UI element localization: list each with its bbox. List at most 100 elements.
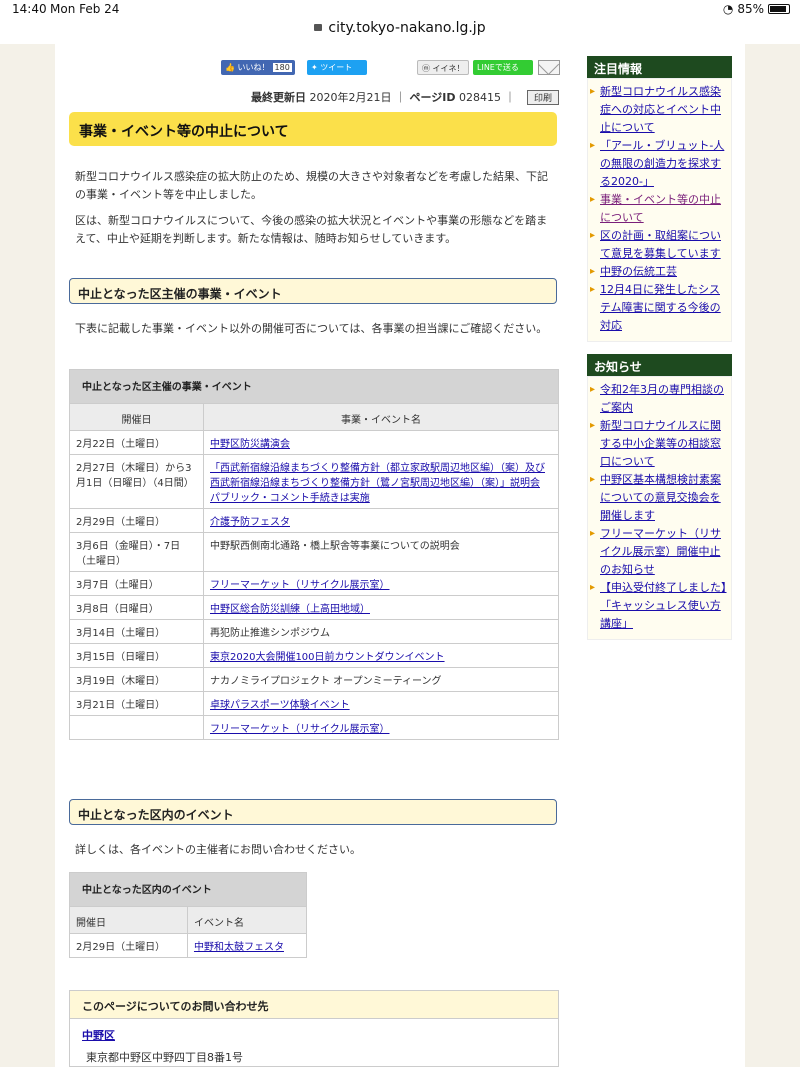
event-link[interactable]: 卓球パラスポーツ体験イベント: [210, 700, 350, 711]
print-button[interactable]: 印刷: [526, 90, 559, 105]
thumbs-up-icon: 👍: [225, 63, 235, 72]
table-row: 2月27日（木曜日）から3月1日（日曜日）（4日間） 「西武新宿線沿線まちづくり整…: [69, 454, 559, 509]
contact-address: 東京都中野区中野四丁目8番1号: [86, 1051, 243, 1064]
facebook-like-button[interactable]: 👍 いいね！ 180: [221, 60, 295, 75]
event-link[interactable]: 中野区総合防災訓練（上高田地域）: [210, 604, 370, 615]
event-name-cell: 中野区防災講演会: [203, 430, 559, 455]
event-name-cell: 中野区総合防災訓練（上高田地域）: [203, 595, 559, 620]
col-header-name: イベント名: [186, 906, 308, 934]
section-heading-ward-events: 中止となった区主催の事業・イベント: [69, 278, 557, 304]
table-row: 3月21日（土曜日） 卓球パラスポーツ体験イベント: [69, 691, 559, 716]
battery-icon: [768, 4, 790, 14]
wifi-icon: ◔: [722, 2, 734, 16]
event-date: 3月19日（木曜日）: [69, 667, 204, 692]
mixi-icon: ⓜ: [422, 64, 430, 73]
col-header-date: 開催日: [69, 906, 188, 934]
news-heading: お知らせ: [587, 354, 732, 376]
table-row: 3月7日（土曜日） フリーマーケット（リサイクル展示室）: [69, 571, 559, 596]
featured-link[interactable]: 「アール・ブリュット-人の無限の創造力を探求する2020-」: [590, 137, 729, 191]
table-row: 3月15日（日曜日） 東京2020大会開催100日前カウントダウンイベント: [69, 643, 559, 668]
table-row: 3月8日（日曜日） 中野区総合防災訓練（上高田地域）: [69, 595, 559, 620]
event-date: 2月22日（土曜日）: [69, 430, 204, 455]
featured-box: 注目情報 新型コロナウイルス感染症への対応とイベント中止について「アール・ブリュ…: [587, 56, 732, 342]
section-note-ward-events: 下表に記載した事業・イベント以外の開催可否については、各事業の担当課にご確認くだ…: [75, 322, 548, 335]
intro-paragraph-2: 区は、新型コロナウイルスについて、今後の感染の拡大状況とイベントや事業の形態など…: [75, 214, 548, 245]
updated-label: 最終更新日: [250, 91, 306, 104]
tweet-label: ツイート: [320, 63, 353, 72]
event-link[interactable]: 「西武新宿線沿線まちづくり整備方針（都立家政駅周辺地区編）（案）及び西武新宿線沿…: [210, 463, 545, 504]
status-right: ◔ 85%: [723, 2, 790, 16]
event-link[interactable]: フリーマーケット（リサイクル展示室）: [210, 724, 390, 735]
event-name: ナカノミライプロジェクト オープンミーティーング: [210, 676, 442, 687]
news-link[interactable]: 【申込受付終了しました】「キャッシュレス使い方講座」: [590, 579, 729, 633]
ward-events-table-body: 2月22日（土曜日） 中野区防災講演会 2月27日（木曜日）から3月1日（日曜日）（…: [69, 430, 559, 740]
event-date: 3月21日（土曜日）: [69, 691, 204, 716]
facebook-like-count: 180: [272, 63, 292, 72]
table-row: フリーマーケット（リサイクル展示室）: [69, 715, 559, 740]
page: 👍 いいね！ 180 ✦ ツイート ⓜ イイネ！ LINEで送る 最終更新日 20…: [55, 44, 745, 1067]
mixi-label: イイネ！: [432, 64, 465, 73]
event-name: 中野駅西側南北通路・橋上駅舎等事業についての説明会: [210, 541, 460, 552]
event-name-cell: 「西武新宿線沿線まちづくり整備方針（都立家政駅周辺地区編）（案）及び西武新宿線沿…: [203, 454, 559, 509]
news-link[interactable]: 新型コロナウイルスに関する中小企業等の相談窓口について: [590, 417, 729, 471]
news-link[interactable]: 令和2年3月の専門相談のご案内: [590, 381, 729, 417]
news-link[interactable]: フリーマーケット（リサイクル展示室）開催中止のお知らせ: [590, 525, 729, 579]
col-header-name: 事業・イベント名: [203, 403, 559, 431]
news-link[interactable]: 中野区基本構想検討素案についての意見交換会を開催します: [590, 471, 729, 525]
ward-events-table: 中止となった区主催の事業・イベント 開催日 事業・イベント名 2月22日（土曜日…: [69, 369, 559, 740]
table-row: 2月22日（土曜日） 中野区防災講演会: [69, 430, 559, 455]
event-name-cell: 介護予防フェスタ: [203, 508, 559, 533]
featured-link[interactable]: 中野の伝統工芸: [590, 263, 729, 281]
event-name-cell: ナカノミライプロジェクト オープンミーティーング: [203, 667, 559, 692]
event-link[interactable]: 介護予防フェスタ: [210, 517, 290, 528]
news-list: 令和2年3月の専門相談のご案内新型コロナウイルスに関する中小企業等の相談窓口につ…: [587, 376, 732, 640]
event-date: 3月15日（日曜日）: [69, 643, 204, 668]
section-heading-local-events: 中止となった区内のイベント: [69, 799, 557, 825]
event-name-cell: 卓球パラスポーツ体験イベント: [203, 691, 559, 716]
share-bar: 👍 いいね！ 180 ✦ ツイート ⓜ イイネ！ LINEで送る: [221, 60, 561, 76]
event-name-cell: フリーマーケット（リサイクル展示室）: [203, 571, 559, 596]
featured-link[interactable]: 新型コロナウイルス感染症への対応とイベント中止について: [590, 83, 729, 137]
table-row: 3月19日（木曜日） ナカノミライプロジェクト オープンミーティーング: [69, 667, 559, 692]
updated-date: 2020年2月21日: [309, 91, 392, 104]
address-bar[interactable]: city.tokyo-nakano.lg.jp: [0, 20, 800, 44]
status-bar: 14:40 Mon Feb 24 ◔ 85%: [0, 0, 800, 20]
event-link[interactable]: フリーマーケット（リサイクル展示室）: [210, 580, 390, 591]
event-link[interactable]: 東京2020大会開催100日前カウントダウンイベント: [210, 652, 445, 663]
lock-icon: [314, 24, 323, 31]
featured-link[interactable]: 12月4日に発生したシステム障害に関する今後の対応: [590, 281, 729, 335]
contact-name-link[interactable]: 中野区: [82, 1029, 115, 1042]
event-date: 2月29日（土曜日）: [69, 933, 188, 958]
news-box: お知らせ 令和2年3月の専門相談のご案内新型コロナウイルスに関する中小企業等の相…: [587, 354, 732, 640]
featured-link[interactable]: 事業・イベント等の中止について: [590, 191, 729, 227]
local-events-table: 中止となった区内のイベント 開催日 イベント名 2月29日（土曜日） 中野和太鼓…: [69, 872, 308, 958]
event-date: [69, 715, 204, 740]
status-date: Mon Feb 24: [50, 2, 120, 16]
featured-heading: 注目情報: [587, 56, 732, 78]
event-date: 3月14日（土曜日）: [69, 619, 204, 644]
page-id-label: ページID: [409, 91, 456, 104]
event-date: 3月8日（日曜日）: [69, 595, 204, 620]
event-date: 3月7日（土曜日）: [69, 571, 204, 596]
sidebar: 注目情報 新型コロナウイルス感染症への対応とイベント中止について「アール・ブリュ…: [587, 56, 732, 652]
event-link[interactable]: 中野区防災講演会: [210, 439, 290, 450]
line-send-button[interactable]: LINEで送る: [473, 60, 533, 75]
tweet-button[interactable]: ✦ ツイート: [307, 60, 367, 75]
page-meta: 最終更新日 2020年2月21日 ｜ ページID 028415 ｜ 印刷: [251, 89, 559, 105]
url-text: city.tokyo-nakano.lg.jp: [328, 20, 486, 36]
mixi-check-button[interactable]: ⓜ イイネ！: [417, 60, 469, 75]
col-header-date: 開催日: [69, 403, 204, 431]
event-name-cell: 再犯防止推進シンポジウム: [203, 619, 559, 644]
event-name-cell: 中野駅西側南北通路・橋上駅舎等事業についての説明会: [203, 532, 559, 572]
mail-icon[interactable]: [538, 60, 560, 75]
event-date: 3月6日（金曜日）・7日（土曜日）: [69, 532, 204, 572]
event-link[interactable]: 中野和太鼓フェスタ: [194, 942, 284, 953]
status-time: 14:40: [12, 2, 47, 16]
facebook-like-label: いいね！: [237, 63, 270, 72]
featured-link[interactable]: 区の計画・取組案について意見を募集しています: [590, 227, 729, 263]
table-row: 2月29日（土曜日） 介護予防フェスタ: [69, 508, 559, 533]
page-id: 028415: [458, 91, 501, 104]
contact-heading: このページについてのお問い合わせ先: [70, 991, 558, 1019]
twitter-bird-icon: ✦: [311, 63, 318, 72]
event-name: 再犯防止推進シンポジウム: [210, 628, 330, 639]
